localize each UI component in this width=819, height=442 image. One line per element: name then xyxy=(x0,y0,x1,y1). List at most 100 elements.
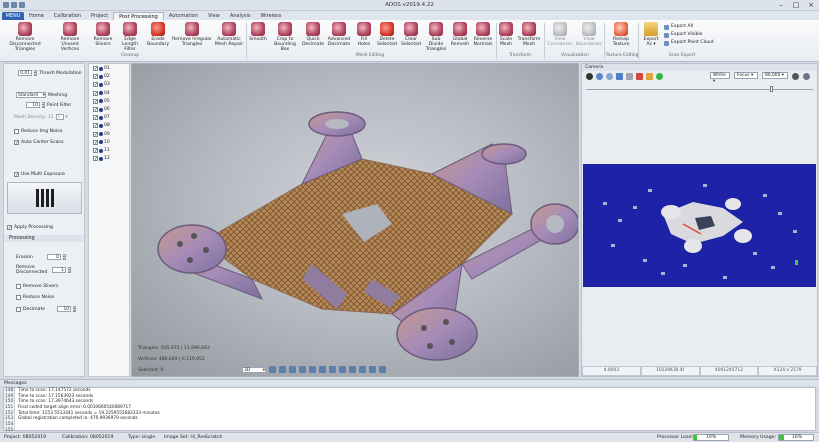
remove-slivers-checkbox[interactable] xyxy=(16,284,21,289)
tab-analysis[interactable]: Analysis xyxy=(225,12,256,20)
mesh-density-input[interactable]: 1 xyxy=(55,114,64,120)
global-remesh-button[interactable]: Global Remesh xyxy=(450,22,470,47)
scan-list-item[interactable]: ✓ 10 xyxy=(93,139,110,145)
scan-list-item[interactable]: ✓ 06 xyxy=(93,107,110,113)
remove-irregular-triangles-button[interactable]: Remove Irregular Triangles xyxy=(172,22,212,47)
scan-list-item[interactable]: ✓ 11 xyxy=(93,148,110,154)
comment-icon[interactable] xyxy=(369,366,376,373)
quick-decimate-button[interactable]: Quick Decimate xyxy=(302,22,324,47)
color-select[interactable]: White ▾ xyxy=(710,72,730,84)
thresh-modulation-input[interactable]: 0.01 xyxy=(18,70,32,76)
export-point-cloud-button[interactable]: Export Point Cloud xyxy=(664,39,714,47)
scan-visible-checkbox[interactable]: ✓ xyxy=(93,156,98,162)
scan-visible-checkbox[interactable]: ✓ xyxy=(93,74,98,80)
tab-home[interactable]: Home xyxy=(24,12,49,20)
view-curvatures-button[interactable]: View Curvatures xyxy=(546,22,574,47)
expand-icon[interactable] xyxy=(803,73,810,80)
clear-selected-button[interactable]: Clear Selected xyxy=(400,22,422,47)
remove-disconnected-stepper[interactable]: ▴ ▾ xyxy=(68,267,71,273)
decimate-stepper[interactable]: ▴ ▾ xyxy=(73,306,77,312)
focus-select[interactable]: Focus ▾ xyxy=(734,72,758,79)
automatic-mesh-repair-button[interactable]: Automatic Mesh Repair xyxy=(214,22,244,47)
tab-project[interactable]: Project xyxy=(86,12,113,20)
scan-list-item[interactable]: ✓ 08 xyxy=(93,123,110,129)
scan-visible-checkbox[interactable]: ✓ xyxy=(93,123,98,129)
advanced-decimate-button[interactable]: Advanced Decimate xyxy=(326,22,352,47)
auto-center-scans-row[interactable]: ✓ Auto Center Scans xyxy=(14,140,64,146)
scan-list-item[interactable]: ✓ 09 xyxy=(93,131,110,137)
export-visible-button[interactable]: Export Visible xyxy=(664,31,714,39)
refresh-icon[interactable] xyxy=(596,73,603,80)
apply-processing-checkbox[interactable]: ✓ xyxy=(7,225,12,231)
transform-mesh-button[interactable]: Transform Mesh xyxy=(516,22,542,47)
scan-list-item[interactable]: ✓ 12 xyxy=(93,156,110,162)
tab-calibration[interactable]: Calibration xyxy=(49,12,86,20)
scan-list-item[interactable]: ✓ 07 xyxy=(93,115,110,121)
remove-disconnected-input[interactable]: 1 xyxy=(52,267,66,273)
export-as-button[interactable]: Export As ▾ xyxy=(641,22,661,47)
3d-viewport[interactable]: Triangles: 935,975 | 11,996,683 Vertices… xyxy=(131,63,579,377)
crosshair-icon[interactable] xyxy=(636,73,643,80)
multi-exposure-button[interactable] xyxy=(7,182,82,214)
view-boundaries-button[interactable]: View Boundaries xyxy=(576,22,602,47)
scan-visible-checkbox[interactable]: ✓ xyxy=(93,66,98,72)
tab-view[interactable]: View xyxy=(203,12,225,20)
reduce-noise-row[interactable]: Reduce Noise xyxy=(16,295,54,300)
scan-list-item[interactable]: ✓ 02 xyxy=(93,74,110,80)
scan-list-item[interactable]: ✓ 04 xyxy=(93,90,110,96)
comment-icon[interactable] xyxy=(379,366,386,373)
exposure-select[interactable]: 80,000 ▾ xyxy=(762,72,788,79)
scan-visible-checkbox[interactable]: ✓ xyxy=(93,90,98,96)
play-icon[interactable] xyxy=(656,73,663,80)
auto-center-scans-checkbox[interactable]: ✓ xyxy=(14,140,19,146)
delete-selected-button[interactable]: Delete Selected xyxy=(376,22,398,47)
thresh-stepper[interactable]: ▴ ▾ xyxy=(34,70,37,76)
use-multi-exposure-checkbox[interactable]: ✓ xyxy=(14,172,19,178)
scan-list-item[interactable]: ✓ 01 xyxy=(93,66,110,72)
tab-menu[interactable]: MENU xyxy=(2,12,24,20)
reduce-img-noise-row[interactable]: Reduce Img Noise xyxy=(14,129,62,134)
lightbulb-icon[interactable] xyxy=(646,73,653,80)
fill-holes-button[interactable]: Fill Holes xyxy=(354,22,374,47)
zoom-icon[interactable] xyxy=(339,366,346,373)
maximize-icon[interactable]: □ xyxy=(791,1,801,9)
scan-visible-checkbox[interactable]: ✓ xyxy=(93,115,98,121)
decimate-input[interactable]: 10 xyxy=(57,306,72,312)
scan-visible-checkbox[interactable]: ✓ xyxy=(93,131,98,137)
remove-unused-vertices-button[interactable]: Remove Unused Vertices xyxy=(53,22,87,52)
scan-visible-checkbox[interactable]: ✓ xyxy=(93,82,98,88)
image-icon[interactable] xyxy=(616,73,623,80)
point-filter-input[interactable]: 10 xyxy=(26,102,40,108)
erosion-input[interactable]: 0 xyxy=(46,254,61,260)
scan-visible-checkbox[interactable]: ✓ xyxy=(93,148,98,154)
crop-to-bounding-box-button[interactable]: Crop to Bounding Box xyxy=(270,22,300,52)
remove-disconnected-triangles-button[interactable]: Remove Disconnected Triangles xyxy=(3,22,47,52)
messages-log[interactable]: 148 149 150 151 152 153 154 155 Time to scan: 1… xyxy=(3,387,816,433)
close-icon[interactable]: × xyxy=(806,1,816,9)
tab-automation[interactable]: Automation xyxy=(164,12,203,20)
wireframe-icon[interactable] xyxy=(289,366,296,373)
save-view-icon[interactable] xyxy=(269,366,276,373)
tab-post-processing[interactable]: Post Processing xyxy=(113,12,164,20)
lighting-icon[interactable] xyxy=(319,366,326,373)
scan-list-item[interactable]: ✓ 05 xyxy=(93,98,110,104)
record-icon[interactable] xyxy=(586,73,593,80)
shaded-icon[interactable] xyxy=(299,366,306,373)
comment-icon[interactable] xyxy=(359,366,366,373)
scale-mesh-button[interactable]: Scale Mesh xyxy=(498,22,514,47)
rotate-icon[interactable] xyxy=(329,366,336,373)
tab-wireless[interactable]: Wireless xyxy=(255,12,286,20)
scan-list-item[interactable]: ✓ 03 xyxy=(93,82,110,88)
export-all-button[interactable]: Export All xyxy=(664,23,714,31)
scan-visible-checkbox[interactable]: ✓ xyxy=(93,139,98,145)
remap-texture-button[interactable]: Remap Texture xyxy=(608,22,634,47)
edge-length-filter-button[interactable]: Edge Length Filter xyxy=(117,22,143,52)
fit-icon[interactable] xyxy=(349,366,356,373)
view-mode-select[interactable]: 3D ▾ xyxy=(242,366,266,373)
sub-divide-triangles-button[interactable]: Sub Divide Triangles xyxy=(424,22,448,52)
apply-processing-row[interactable]: ✓ Apply Processing xyxy=(7,225,53,231)
remove-slivers-row[interactable]: Remove Slivers xyxy=(16,284,58,289)
erosion-stepper[interactable]: ▴ ▾ xyxy=(62,254,66,260)
capture-icon[interactable] xyxy=(606,73,613,80)
exposure-slider-thumb[interactable] xyxy=(770,86,773,92)
